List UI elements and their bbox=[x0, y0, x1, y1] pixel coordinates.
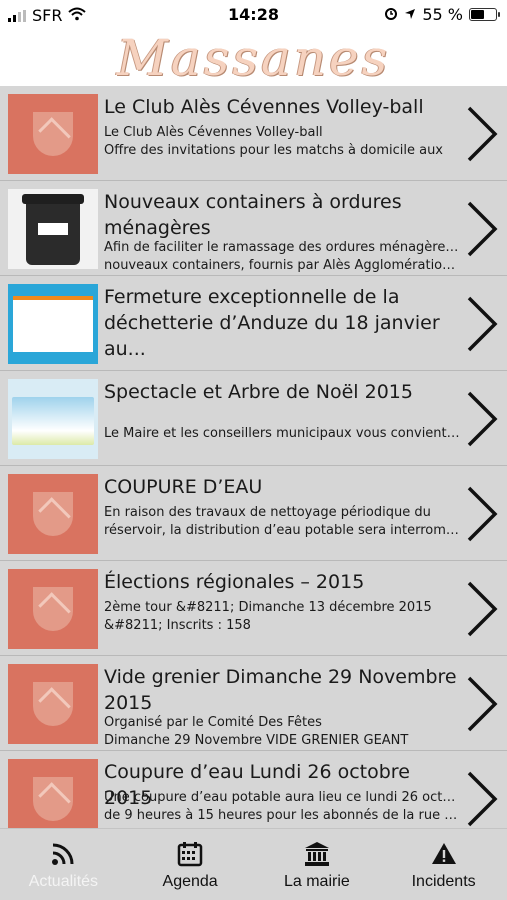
battery-percent: 55 % bbox=[422, 5, 463, 24]
news-item[interactable]: Élections régionales – 2015 2ème tour &#… bbox=[0, 561, 507, 656]
rss-icon bbox=[50, 841, 76, 867]
chevron-right-icon[interactable] bbox=[465, 486, 499, 542]
item-title: Vide grenier Dimanche 29 Novembre 2015 bbox=[104, 666, 457, 714]
item-title: Le Club Alès Cévennes Volley-ball bbox=[104, 96, 424, 118]
item-description-line1: Organisé par le Comité Des Fêtes bbox=[104, 715, 322, 730]
news-item[interactable]: Nouveaux containers à ordures ménagères … bbox=[0, 181, 507, 276]
app-header: Massanes bbox=[0, 30, 507, 86]
item-thumbnail bbox=[8, 759, 98, 828]
calendar-icon bbox=[177, 841, 203, 867]
item-thumbnail bbox=[8, 284, 98, 364]
tab-label: La mairie bbox=[283, 873, 350, 890]
tab-label: Actualités bbox=[28, 873, 99, 890]
item-description-line2: Offre des invitations pour les matchs à … bbox=[104, 143, 443, 158]
item-thumbnail bbox=[8, 94, 98, 174]
app-logo: Massanes bbox=[116, 29, 391, 87]
item-description-line1: Une coupure d’eau potable aura lieu ce l… bbox=[104, 790, 462, 805]
status-bar: SFR 14:28 55 % bbox=[0, 0, 507, 30]
news-list[interactable]: Le Club Alès Cévennes Volley-ball Le Clu… bbox=[0, 86, 507, 828]
tab-actualites[interactable]: Actualités bbox=[0, 829, 127, 900]
item-description-line2: Dimanche 29 Novembre VIDE GRENIER GEANT bbox=[104, 733, 409, 748]
tab-label: Incidents bbox=[411, 873, 476, 890]
item-description-line2: &#8211; Inscrits : 158 bbox=[104, 618, 251, 633]
chevron-right-icon[interactable] bbox=[465, 201, 499, 257]
item-title: Élections régionales – 2015 bbox=[104, 571, 365, 593]
item-thumbnail bbox=[8, 474, 98, 554]
item-title: COUPURE D’EAU bbox=[104, 476, 263, 498]
item-description-line1: Afin de faciliter le ramassage des ordur… bbox=[104, 240, 462, 255]
item-thumbnail bbox=[8, 664, 98, 744]
town-hall-icon bbox=[304, 841, 330, 867]
item-description-line2: de 9 heures à 15 heures pour les abonnés… bbox=[104, 808, 462, 823]
tab-incidents[interactable]: Incidents bbox=[380, 829, 507, 900]
item-thumbnail bbox=[8, 379, 98, 459]
alarm-icon bbox=[384, 5, 398, 24]
item-description-line2: nouveaux containers, fournis par Alès Ag… bbox=[104, 258, 462, 273]
tab-label: Agenda bbox=[162, 873, 218, 890]
chevron-right-icon[interactable] bbox=[465, 296, 499, 352]
chevron-right-icon[interactable] bbox=[465, 581, 499, 637]
tab-la-mairie[interactable]: La mairie bbox=[254, 829, 381, 900]
warning-icon bbox=[431, 841, 457, 867]
news-item[interactable]: COUPURE D’EAU En raison des travaux de n… bbox=[0, 466, 507, 561]
app-screen: SFR 14:28 55 % Massanes Le Club Alès Cév… bbox=[0, 0, 507, 900]
item-description-line1: En raison des travaux de nettoyage pério… bbox=[104, 505, 431, 520]
tab-agenda[interactable]: Agenda bbox=[127, 829, 254, 900]
item-description-line1: Le Club Alès Cévennes Volley-ball bbox=[104, 125, 323, 140]
battery-icon bbox=[469, 8, 500, 21]
chevron-right-icon[interactable] bbox=[465, 391, 499, 447]
item-title: Fermeture exceptionnelle de la déchetter… bbox=[104, 286, 440, 360]
item-description-line2: réservoir, la distribution d’eau potable… bbox=[104, 523, 462, 538]
item-description-line2: Le Maire et les conseillers municipaux v… bbox=[104, 426, 462, 441]
news-item[interactable]: Le Club Alès Cévennes Volley-ball Le Clu… bbox=[0, 86, 507, 181]
item-title: Nouveaux containers à ordures ménagères bbox=[104, 191, 402, 239]
status-right: 55 % bbox=[384, 5, 500, 24]
news-item[interactable]: Fermeture exceptionnelle de la déchetter… bbox=[0, 276, 507, 371]
item-thumbnail bbox=[8, 569, 98, 649]
item-title: Spectacle et Arbre de Noël 2015 bbox=[104, 381, 413, 403]
location-icon bbox=[404, 5, 416, 24]
item-thumbnail bbox=[8, 189, 98, 269]
tab-bar: Actualités Agenda La mairie Incidents bbox=[0, 828, 507, 900]
item-description-line1: 2ème tour &#8211; Dimanche 13 décembre 2… bbox=[104, 600, 432, 615]
news-item[interactable]: Coupure d’eau Lundi 26 octobre 2015 Une … bbox=[0, 751, 507, 828]
chevron-right-icon[interactable] bbox=[465, 771, 499, 827]
chevron-right-icon[interactable] bbox=[465, 676, 499, 732]
chevron-right-icon[interactable] bbox=[465, 106, 499, 162]
news-item[interactable]: Spectacle et Arbre de Noël 2015 Le Maire… bbox=[0, 371, 507, 466]
news-item[interactable]: Vide grenier Dimanche 29 Novembre 2015 O… bbox=[0, 656, 507, 751]
